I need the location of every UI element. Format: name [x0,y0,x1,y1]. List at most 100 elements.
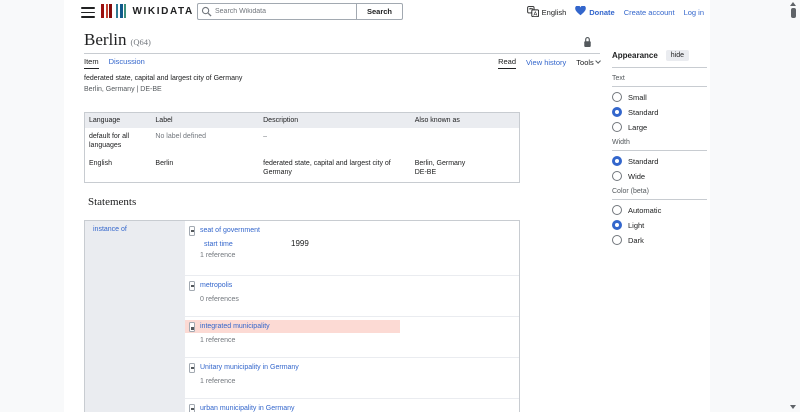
claims-list: seat of government start time 1999 1 refe… [185,224,519,412]
donate-label: Donate [589,7,615,17]
search-button[interactable]: Search [357,3,403,20]
radio-option-text-small[interactable]: Small [612,92,707,102]
search-bar: Search [197,3,403,20]
radio-icon[interactable] [612,171,622,181]
language-icon: A [526,5,539,19]
radio-icon[interactable] [612,235,622,245]
wikidata-logo[interactable]: WIKIDATA [101,4,194,18]
svg-text:A: A [533,11,537,17]
claim-value-link[interactable]: seat of government [200,227,260,234]
page-title: Berlin [84,30,127,49]
statements-heading: Statements [88,196,137,208]
tab-view-history[interactable]: View history [526,58,566,69]
radio-option-color-dark[interactable]: Dark [612,235,707,245]
references-toggle[interactable]: 0 references [200,296,519,303]
radio-option-width-wide[interactable]: Wide [612,171,707,181]
language-selector[interactable]: A English [526,5,567,19]
search-input[interactable] [197,3,357,20]
references-toggle[interactable]: 1 reference [200,378,519,385]
col-also-known-as: Also known as [410,112,520,128]
cell-description: federated state, capital and largest cit… [263,160,391,176]
cell-language: English [89,160,112,167]
entity-description: federated state, capital and largest cit… [84,75,243,82]
page-title-row: Berlin (Q64) [84,30,600,50]
col-language: Language [84,112,152,128]
search-icon [201,6,212,19]
create-account-link[interactable]: Create account [624,8,675,17]
claim-seat-of-government: seat of government start time 1999 1 refe… [185,224,519,276]
claim-metropolis: metropolis 0 references [185,279,519,317]
rank-selector-icon [189,225,195,236]
color-section-label: Color (beta) [612,188,707,200]
col-description: Description [259,112,411,128]
menu-icon[interactable] [81,7,95,18]
appearance-hide-button[interactable]: hide [665,50,690,61]
scrollbar-down-arrow[interactable] [790,405,796,409]
wikidata-logo-icon [101,4,128,18]
tab-read[interactable]: Read [498,57,516,69]
scrollbar[interactable] [787,0,800,412]
radio-option-width-standard[interactable]: Standard [612,156,707,166]
cell-also-known-as: Berlin, Germany DE-BE [414,160,466,176]
text-section-label: Text [612,75,707,87]
references-toggle[interactable]: 1 reference [200,252,519,259]
term-table-header-row: Language Label Description Also known as [84,112,520,128]
claim-value-link[interactable]: metropolis [200,282,232,289]
cell-label: No label defined [155,133,206,140]
claim-unitary-municipality: Unitary municipality in Germany 1 refere… [185,361,519,399]
term-table: Language Label Description Also known as… [84,112,520,183]
donate-link[interactable]: Donate [575,5,615,18]
entity-summary: federated state, capital and largest cit… [84,73,242,95]
page-tabs: Item Discussion Read View history Tools [84,57,601,69]
scrollbar-up-arrow[interactable] [790,2,796,6]
scrollbar-thumb[interactable] [791,8,796,18]
tools-menu[interactable]: Tools [576,57,601,69]
radio-selected-icon[interactable] [612,220,622,230]
wikidata-logo-text: WIKIDATA [132,5,194,17]
references-toggle[interactable]: 1 reference [200,337,519,344]
title-divider [84,53,600,54]
lock-icon [583,36,592,50]
claim-value-link[interactable]: integrated municipality [200,323,270,330]
qualifier: start time 1999 [204,239,519,248]
radio-selected-icon[interactable] [612,156,622,166]
language-label: English [541,7,567,17]
property-link[interactable]: instance of [93,226,127,233]
claim-integrated-municipality: integrated municipality 1 reference [185,320,519,358]
table-row: default for all languages No label defin… [85,128,520,155]
radio-icon[interactable] [612,205,622,215]
appearance-heading: Appearance [612,51,658,60]
claim-value-link[interactable]: Unitary municipality in Germany [200,364,299,371]
radio-icon[interactable] [612,122,622,132]
chevron-down-icon [594,57,601,64]
content-area: WIKIDATA Search A English [64,0,710,412]
width-section-label: Width [612,139,707,151]
claim-value-link[interactable]: urban municipality in Germany [200,405,295,412]
radio-option-text-standard[interactable]: Standard [612,107,707,117]
col-label: Label [151,112,260,128]
rank-selector-icon [189,280,195,291]
qualifier-property-link[interactable]: start time [204,241,291,248]
radio-option-color-light[interactable]: Light [612,220,707,230]
claim-urban-municipality: urban municipality in Germany 0 referenc… [185,402,519,412]
heart-icon [575,5,587,18]
login-link[interactable]: Log in [684,8,704,17]
rank-selector-icon [189,362,195,373]
cell-description: – [263,133,268,140]
entity-aliases: Berlin, Germany | DE-BE [84,86,162,93]
qualifier-value: 1999 [291,239,309,248]
table-row: English Berlin federated state, capital … [85,155,520,183]
header-user-links: A English Donate Create account Log in [526,4,704,20]
tab-item[interactable]: Item [84,57,99,69]
statements-group: instance of seat of government start tim… [84,220,520,412]
deprecated-highlight: integrated municipality [185,320,400,333]
radio-icon[interactable] [612,92,622,102]
radio-option-color-automatic[interactable]: Automatic [612,205,707,215]
radio-selected-icon[interactable] [612,107,622,117]
radio-option-text-large[interactable]: Large [612,122,707,132]
appearance-panel: Appearance hide Text Small Standard Larg… [612,50,707,245]
property-cell: instance of [85,221,185,412]
entity-id: (Q64) [130,37,151,47]
rank-selector-icon [189,403,195,412]
tab-discussion[interactable]: Discussion [109,57,145,69]
